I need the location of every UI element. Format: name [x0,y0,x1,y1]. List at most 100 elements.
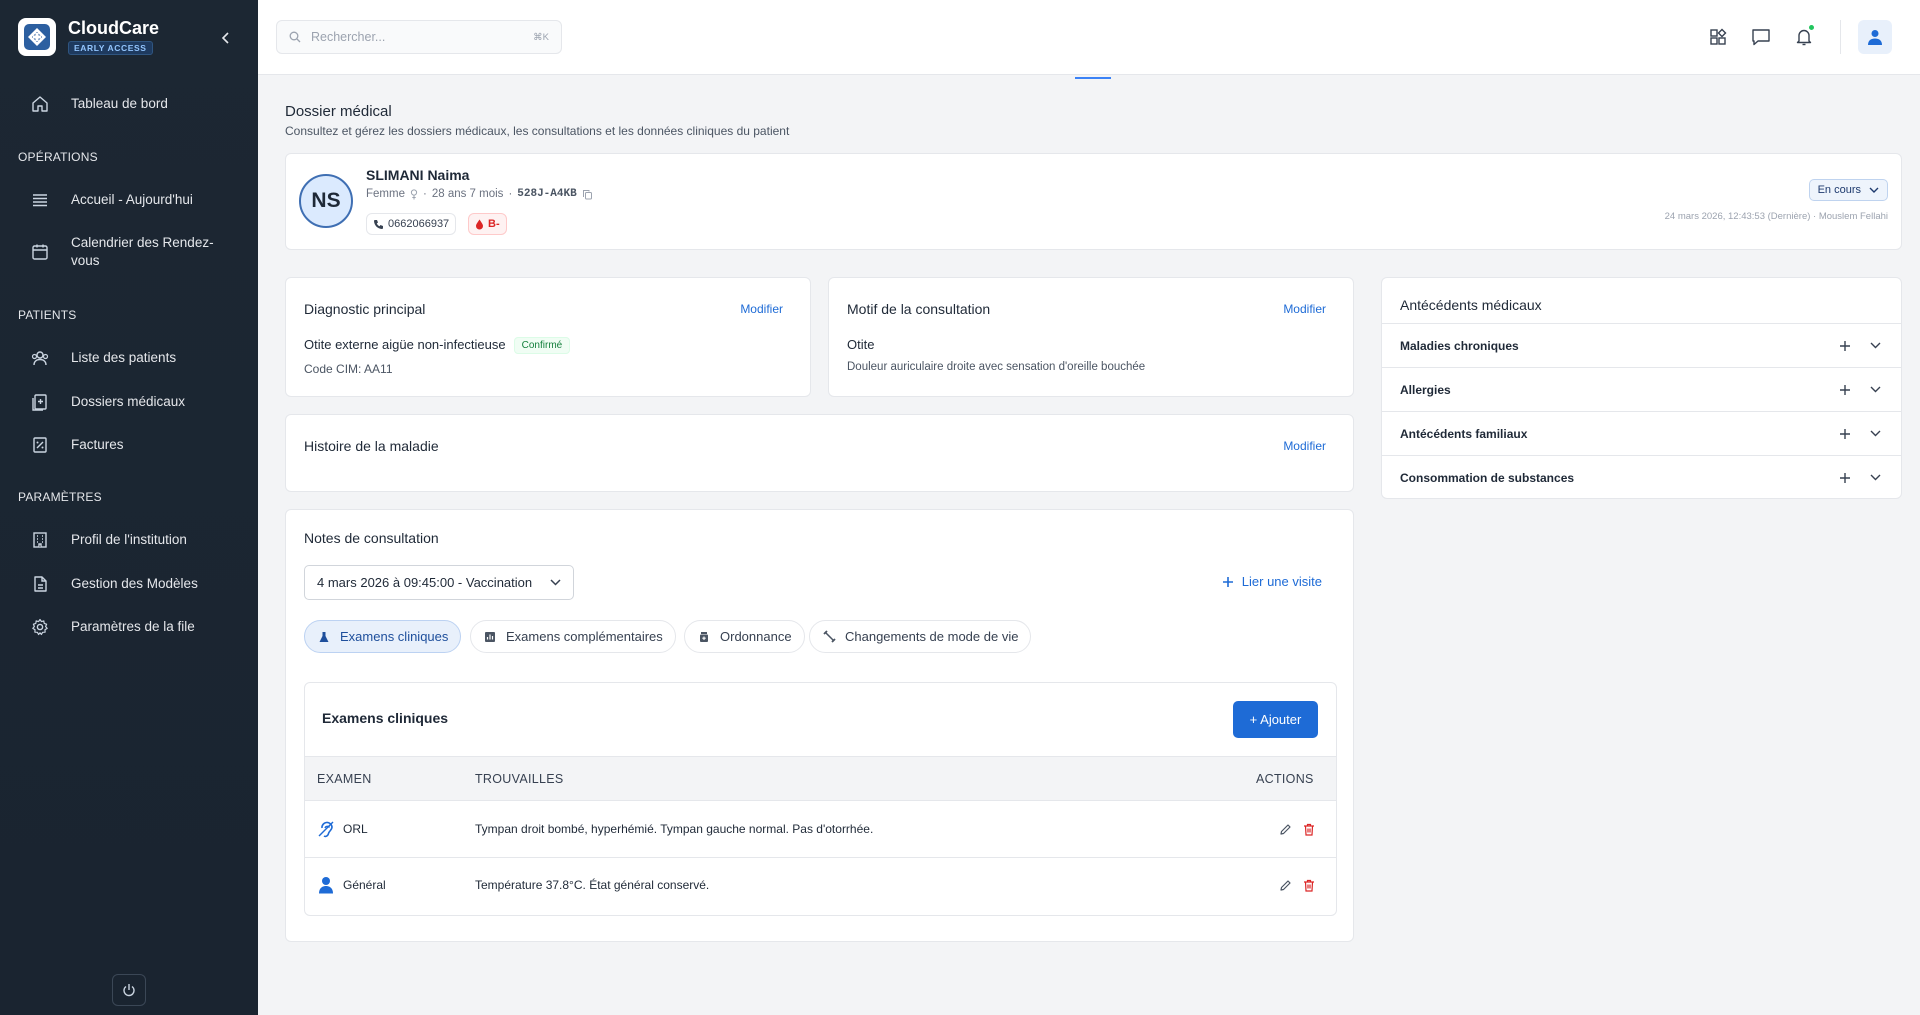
diagnostic-code: Code CIM: AA11 [304,362,393,376]
link-visit-button[interactable]: Lier une visite [1222,574,1322,589]
search-shortcut: ⌘K [533,31,549,43]
brand[interactable]: CloudCare EARLY ACCESS [18,18,159,56]
users-icon [28,346,52,370]
patient-blood-type: B- [488,218,500,230]
pill-bottle-icon [697,630,711,644]
trash-icon[interactable] [1302,878,1316,892]
chevron-down-icon[interactable] [1867,426,1883,442]
table-row: ORL Tympan droit bombé, hyperhémié. Tymp… [305,802,1336,858]
tab-mode-de-vie[interactable]: Changements de mode de vie [809,620,1032,653]
edit-icon[interactable] [1278,878,1292,892]
sidebar-item-factures[interactable]: Factures [28,433,238,457]
page-subtitle: Consultez et gérez les dossiers médicaux… [285,124,790,138]
selected-visit: 4 mars 2026 à 09:45:00 - Vaccination [317,575,533,590]
tab-examens-cliniques[interactable]: Examens cliniques [304,620,462,653]
sidebar-item-label: Accueil - Aujourd'hui [71,192,193,207]
motif-description: Douleur auriculaire droite avec sensatio… [847,361,1146,373]
logout-button[interactable] [112,974,146,1006]
chevron-down-icon[interactable] [1867,470,1883,486]
page-title: Dossier médical [285,103,392,120]
sidebar: CloudCare EARLY ACCESS Tableau de bord O… [0,0,258,1015]
edit-diagnostic-button[interactable]: Modifier [740,302,783,316]
tab-label: Ordonnance [720,629,792,644]
sidebar-item-label: Paramètres de la file [71,619,195,634]
sidebar-item-liste-patients[interactable]: Liste des patients [28,346,238,370]
grid-icon [1710,28,1727,45]
apps-button[interactable] [1705,24,1731,50]
tab-label: Examens complémentaires [506,629,663,644]
edit-icon[interactable] [1278,822,1292,836]
diagnostic-title: Diagnostic principal [304,301,426,317]
phone-chip[interactable]: 0662066937 [366,213,457,235]
copy-id-button[interactable] [582,189,593,200]
home-icon [28,92,52,116]
female-icon [410,188,418,199]
exam-name: Général [343,878,386,892]
exercise-icon [822,630,836,644]
collapse-sidebar-button[interactable] [216,28,236,48]
sidebar-item-label: Gestion des Modèles [71,576,198,591]
notifications-button[interactable] [1791,24,1817,50]
power-icon [123,984,135,997]
messages-button[interactable] [1748,24,1774,50]
plus-icon[interactable] [1837,470,1853,486]
tab-label: Examens cliniques [340,629,449,644]
exam-finding: Tympan droit bombé, hyperhémié. Tympan g… [475,822,874,836]
sidebar-item-label: Dossiers médicaux [71,394,186,409]
flask-icon [317,630,331,644]
section-patients: PATIENTS [18,308,77,322]
chevron-down-icon[interactable] [1867,382,1883,398]
building-icon [28,528,52,552]
panel-title: Examens cliniques [322,710,449,726]
antecedents-card: Antécédents médicaux Maladies chroniques… [1381,277,1902,499]
sidebar-item-calendrier[interactable]: Calendrier des Rendez-vous [28,234,238,270]
antecedent-row[interactable]: Consommation de substances [1382,455,1901,499]
histoire-card: Histoire de la maladie Modifier [285,414,1354,492]
motif-name: Otite [847,337,875,352]
sidebar-item-dossiers[interactable]: Dossiers médicaux [28,390,238,414]
diagnostic-name: Otite externe aigüe non-infectieuse [304,337,506,352]
person-icon [317,876,335,894]
chevron-down-icon [550,579,561,586]
chevron-down-icon[interactable] [1867,338,1883,354]
edit-motif-button[interactable]: Modifier [1283,302,1326,316]
antecedent-row[interactable]: Antécédents familiaux [1382,411,1901,455]
column-header: ACTIONS [1256,772,1314,786]
tab-ordonnance[interactable]: Ordonnance [684,620,805,653]
patient-gender: Femme [366,188,405,200]
column-header: TROUVAILLES [475,772,564,786]
sidebar-item-label: Tableau de bord [71,96,168,111]
user-avatar-button[interactable] [1858,20,1892,54]
chevron-left-icon [221,32,229,44]
search-bar[interactable]: ⌘K [276,20,562,54]
patient-phone: 0662066937 [388,218,450,230]
brand-name: CloudCare [68,18,160,38]
sidebar-item-dashboard[interactable]: Tableau de bord [28,92,238,116]
invoice-icon [28,433,52,457]
divider [1840,20,1841,54]
plus-icon[interactable] [1837,426,1853,442]
tab-examens-complementaires[interactable]: Examens complémentaires [470,620,676,653]
early-access-badge: EARLY ACCESS [68,41,153,55]
search-input[interactable] [311,30,511,44]
status-dropdown[interactable]: En cours [1808,179,1888,201]
plus-icon[interactable] [1837,382,1853,398]
sidebar-item-label: Liste des patients [71,350,177,365]
visit-select[interactable]: 4 mars 2026 à 09:45:00 - Vaccination [304,565,574,600]
plus-icon[interactable] [1837,338,1853,354]
sidebar-item-label: Profil de l'institution [71,532,187,547]
sidebar-item-label: Calendrier des Rendez-vous [71,235,214,268]
histoire-title: Histoire de la maladie [304,438,439,454]
antecedent-label: Consommation de substances [1400,470,1575,485]
sidebar-item-profil[interactable]: Profil de l'institution [28,528,238,552]
antecedent-label: Maladies chroniques [1400,338,1519,353]
sidebar-item-file[interactable]: Paramètres de la file [28,615,238,639]
trash-icon[interactable] [1302,822,1316,836]
add-exam-button[interactable]: + Ajouter [1233,701,1318,738]
sidebar-item-modeles[interactable]: Gestion des Modèles [28,572,238,596]
sidebar-item-accueil[interactable]: Accueil - Aujourd'hui [28,188,238,212]
copy-icon [582,189,592,199]
edit-histoire-button[interactable]: Modifier [1283,439,1326,453]
antecedent-row[interactable]: Allergies [1382,367,1901,411]
antecedent-row[interactable]: Maladies chroniques [1382,323,1901,367]
